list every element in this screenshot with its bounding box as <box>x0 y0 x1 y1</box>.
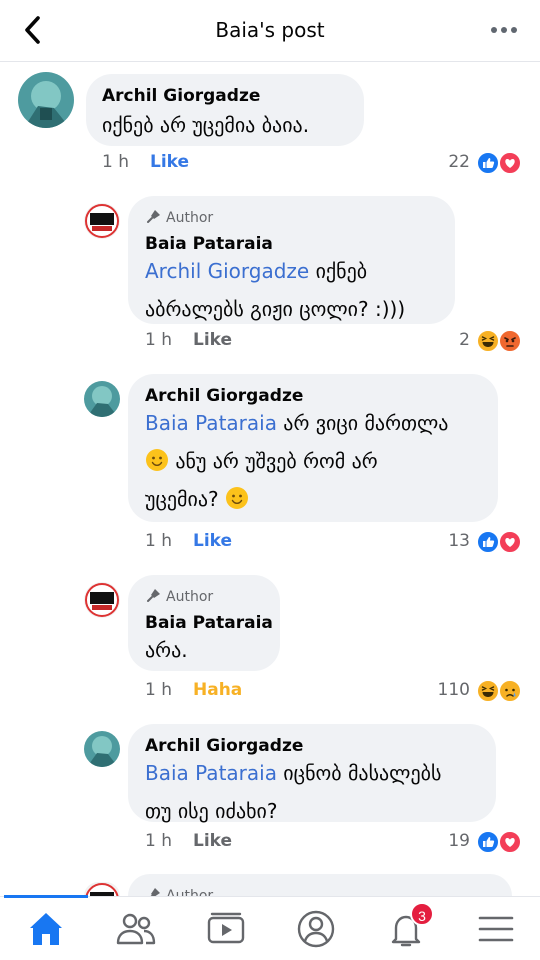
smiley-emoji-icon <box>146 449 168 471</box>
friends-icon <box>116 913 156 945</box>
mention-link[interactable]: Baia Pataraia <box>145 761 277 785</box>
avatar[interactable] <box>84 731 120 767</box>
avatar[interactable] <box>84 582 120 618</box>
sad-reaction-icon <box>498 679 522 703</box>
comment-timestamp: 1 h <box>145 330 172 350</box>
top-bar: Baia's post <box>0 0 540 62</box>
ellipsis-icon <box>491 27 517 33</box>
avatar[interactable] <box>84 381 120 417</box>
microphone-icon <box>147 210 160 223</box>
comment-timestamp: 1 h <box>145 531 172 551</box>
reactions[interactable] <box>476 329 524 353</box>
like-button[interactable]: Like <box>193 831 232 851</box>
tab-profile[interactable] <box>294 909 338 949</box>
tab-notifications[interactable]: 3 <box>384 902 434 949</box>
comment-text: Baia Pataraia არ ვიცი მართლა ანუ არ უშვე… <box>145 411 449 511</box>
angry-reaction-icon <box>498 329 522 353</box>
microphone-icon <box>147 589 160 602</box>
comment-timestamp: 1 h <box>102 152 129 172</box>
commenter-name[interactable]: Archil Giorgadze <box>145 386 303 406</box>
microphone-icon <box>150 888 160 896</box>
reaction-count[interactable]: 2 <box>436 330 470 350</box>
mention-link[interactable]: Archil Giorgadze <box>145 259 309 283</box>
reaction-count[interactable]: 22 <box>436 152 470 172</box>
tab-menu[interactable] <box>474 909 518 949</box>
reaction-count[interactable]: 13 <box>436 531 470 551</box>
page-title: Baia's post <box>215 18 325 42</box>
bottom-navigation: 3 <box>0 895 540 960</box>
heart-reaction-icon <box>498 151 522 175</box>
haha-reaction-icon <box>476 329 500 353</box>
reaction-count[interactable]: 110 <box>426 680 470 700</box>
avatar[interactable] <box>18 72 74 128</box>
reactions[interactable] <box>476 530 524 554</box>
profile-icon <box>297 910 335 948</box>
author-badge: Author <box>146 886 213 896</box>
like-button[interactable]: Like <box>193 531 232 551</box>
like-button[interactable]: Like <box>193 330 232 350</box>
like-reaction-icon <box>476 830 500 854</box>
comment-timestamp: 1 h <box>145 680 172 700</box>
home-icon <box>30 913 62 945</box>
watch-icon <box>207 912 245 944</box>
comment-bubble: Author <box>128 874 512 896</box>
comment-text: არა. <box>145 638 188 662</box>
tab-watch[interactable] <box>204 909 248 949</box>
menu-icon <box>478 916 514 942</box>
reactions[interactable] <box>476 679 524 703</box>
heart-reaction-icon <box>498 530 522 554</box>
commenter-name[interactable]: Archil Giorgadze <box>102 86 260 106</box>
reaction-count[interactable]: 19 <box>436 831 470 851</box>
heart-reaction-icon <box>498 830 522 854</box>
tab-friends[interactable] <box>114 909 158 949</box>
comment-text: Baia Pataraia იცნობ მასალებს თუ ისე იძახი… <box>145 761 442 823</box>
avatar[interactable] <box>84 882 120 896</box>
commenter-name[interactable]: Baia Pataraia <box>145 234 273 254</box>
tab-home[interactable] <box>24 909 68 949</box>
author-badge: Author <box>146 208 213 226</box>
comment-text: იქნებ არ უცემია ბაია. <box>102 113 310 137</box>
notification-badge: 3 <box>410 902 434 926</box>
smiley-emoji-icon <box>225 487 248 509</box>
reactions[interactable] <box>476 151 524 175</box>
active-tab-indicator <box>4 895 88 898</box>
avatar[interactable] <box>84 203 120 239</box>
commenter-name[interactable]: Archil Giorgadze <box>145 736 303 756</box>
haha-button[interactable]: Haha <box>193 680 242 700</box>
comment-text: Archil Giorgadze იქნებ აბრალებს გიჟი ცოლი… <box>145 259 406 321</box>
author-badge: Author <box>146 587 213 605</box>
comment-timestamp: 1 h <box>145 831 172 851</box>
haha-reaction-icon <box>476 679 500 703</box>
like-reaction-icon <box>476 530 500 554</box>
commenter-name[interactable]: Baia Pataraia <box>145 613 273 633</box>
more-options-button[interactable] <box>490 18 518 42</box>
reactions[interactable] <box>476 830 524 854</box>
mention-link[interactable]: Baia Pataraia <box>145 411 277 435</box>
like-button[interactable]: Like <box>150 152 189 172</box>
like-reaction-icon <box>476 151 500 175</box>
